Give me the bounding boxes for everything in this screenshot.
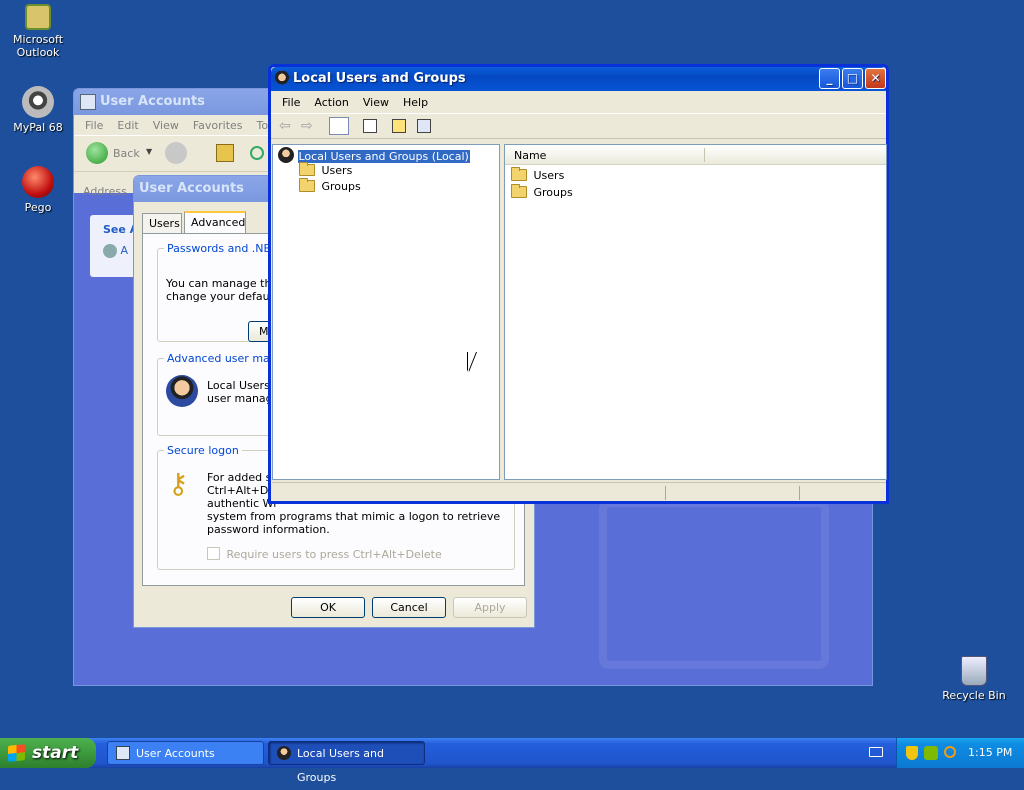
- dialog-title: User Accounts: [139, 181, 244, 196]
- status-bar: [272, 482, 886, 502]
- passwords-legend: Passwords and .NET: [167, 242, 278, 255]
- mouse-cursor: [468, 352, 476, 372]
- local-users-groups-window[interactable]: Local Users and Groups _ □ ✕ File Action…: [268, 64, 889, 504]
- forward-arrow-icon[interactable]: ⇨: [301, 118, 313, 134]
- taskbar-item-local-users-groups[interactable]: Local Users and Groups: [268, 741, 425, 784]
- menu-help[interactable]: Help: [396, 96, 435, 109]
- folder-icon: [299, 178, 315, 192]
- taskbar-item-label: User Accounts: [136, 747, 215, 760]
- list-pane[interactable]: Name Users Groups: [504, 144, 887, 480]
- desktop-icon-pego[interactable]: Pego: [0, 166, 76, 214]
- address-label: Address: [83, 185, 127, 198]
- system-tray: 1:15 PM: [896, 738, 1024, 768]
- status-divider: [799, 486, 800, 500]
- help-icon[interactable]: [392, 119, 406, 133]
- desktop-icon-label: Microsoft Outlook: [12, 33, 64, 59]
- desktop-icon-outlook[interactable]: Microsoft Outlook: [0, 4, 76, 59]
- checkbox-label: Require users to press Ctrl+Alt+Delete: [226, 548, 442, 561]
- lusrmgr-toolbar: ⇦ ⇨: [271, 113, 886, 139]
- folder-icon: [511, 184, 527, 198]
- up-folder-icon[interactable]: [216, 144, 234, 162]
- list-header: Name: [505, 145, 886, 165]
- close-button[interactable]: ✕: [865, 68, 886, 89]
- tree-root-label: Local Users and Groups (Local): [296, 149, 471, 164]
- watermark: [599, 499, 829, 669]
- users-groups-icon: [277, 746, 291, 760]
- desktop-icon-label: Pego: [24, 201, 52, 214]
- menu-action[interactable]: Action: [307, 96, 355, 109]
- desktop-icon-recycle-bin[interactable]: Recycle Bin: [936, 656, 1012, 702]
- lusrmgr-title-icon: [274, 71, 290, 87]
- folder-icon: [511, 167, 527, 181]
- menu-favorites[interactable]: Favorites: [186, 119, 250, 132]
- minimize-button[interactable]: _: [819, 68, 840, 89]
- show-hide-tree-icon[interactable]: [329, 117, 349, 135]
- taskbar-item-label: Local Users and Groups: [297, 747, 385, 784]
- menu-file[interactable]: File: [275, 96, 307, 109]
- window-title: Local Users and Groups: [293, 71, 466, 86]
- menu-file[interactable]: File: [78, 119, 110, 132]
- checkbox-box[interactable]: [207, 547, 220, 560]
- security-shield-icon[interactable]: [906, 746, 918, 760]
- list-item-label: Users: [533, 169, 565, 182]
- passwords-text: You can manage the change your default: [166, 277, 279, 303]
- window-title: User Accounts: [100, 94, 205, 109]
- menu-view[interactable]: View: [146, 119, 186, 132]
- search-icon[interactable]: [250, 146, 264, 160]
- keyboard-icon[interactable]: [869, 747, 883, 757]
- tree-item-groups[interactable]: Groups: [299, 178, 361, 193]
- start-button[interactable]: start: [0, 738, 96, 768]
- user-icon: [103, 244, 117, 258]
- search-icon[interactable]: [944, 746, 956, 758]
- desktop-icon-label: MyPal 68: [13, 121, 63, 134]
- tab-users[interactable]: Users: [142, 213, 182, 233]
- clock[interactable]: 1:15 PM: [968, 746, 1012, 759]
- properties-icon[interactable]: [417, 119, 431, 133]
- menu-edit[interactable]: Edit: [110, 119, 145, 132]
- forward-arrow-icon[interactable]: [165, 142, 187, 164]
- lusrmgr-titlebar[interactable]: Local Users and Groups _ □ ✕: [271, 67, 886, 91]
- secure-logon-legend: Secure logon: [167, 444, 239, 457]
- apply-button[interactable]: Apply: [453, 597, 527, 618]
- raccoon-icon: [22, 86, 54, 118]
- tree-pane[interactable]: Local Users and Groups (Local) Users Gro…: [272, 144, 500, 480]
- column-header-name[interactable]: Name: [514, 149, 546, 162]
- tree-item-users[interactable]: Users: [299, 162, 353, 177]
- lusrmgr-menubar: File Action View Help: [271, 91, 886, 113]
- export-list-icon[interactable]: [363, 119, 377, 133]
- back-arrow-icon[interactable]: ⇦: [279, 118, 291, 134]
- tree-item-label: Users: [321, 164, 353, 177]
- tree-root[interactable]: Local Users and Groups (Local): [278, 147, 471, 164]
- outlook-icon: [25, 4, 51, 30]
- tab-advanced[interactable]: Advanced: [184, 211, 246, 234]
- status-divider: [665, 486, 666, 500]
- back-arrow-icon[interactable]: [86, 142, 108, 164]
- desktop-icon-mypal[interactable]: MyPal 68: [0, 86, 76, 134]
- taskbar-item-user-accounts[interactable]: User Accounts: [107, 741, 264, 765]
- menu-view[interactable]: View: [356, 96, 396, 109]
- start-label: start: [32, 743, 79, 763]
- list-item[interactable]: Groups: [511, 184, 573, 199]
- key-icon: ⚷: [168, 467, 189, 500]
- list-item[interactable]: Users: [511, 167, 565, 182]
- red-ball-icon: [22, 166, 54, 198]
- recycle-bin-icon: [961, 656, 987, 686]
- back-label[interactable]: Back: [113, 147, 140, 160]
- maximize-button[interactable]: □: [842, 68, 863, 89]
- network-icon[interactable]: [924, 746, 938, 760]
- user-keys-icon: [166, 375, 198, 407]
- chevron-down-icon[interactable]: ▼: [146, 147, 152, 156]
- folder-icon: [299, 162, 315, 176]
- users-groups-icon: [278, 147, 294, 163]
- tree-item-label: Groups: [321, 180, 361, 193]
- require-ctrl-alt-del-checkbox[interactable]: Require users to press Ctrl+Alt+Delete: [207, 547, 442, 561]
- desktop-icon-label: Recycle Bin: [942, 689, 1006, 702]
- cancel-button[interactable]: Cancel: [372, 597, 446, 618]
- windows-logo-icon: [8, 744, 25, 762]
- user-accounts-icon: [116, 746, 130, 760]
- column-divider[interactable]: [704, 148, 705, 162]
- ok-button[interactable]: OK: [291, 597, 365, 618]
- user-accounts-icon: [80, 94, 96, 110]
- list-item-label: Groups: [533, 186, 573, 199]
